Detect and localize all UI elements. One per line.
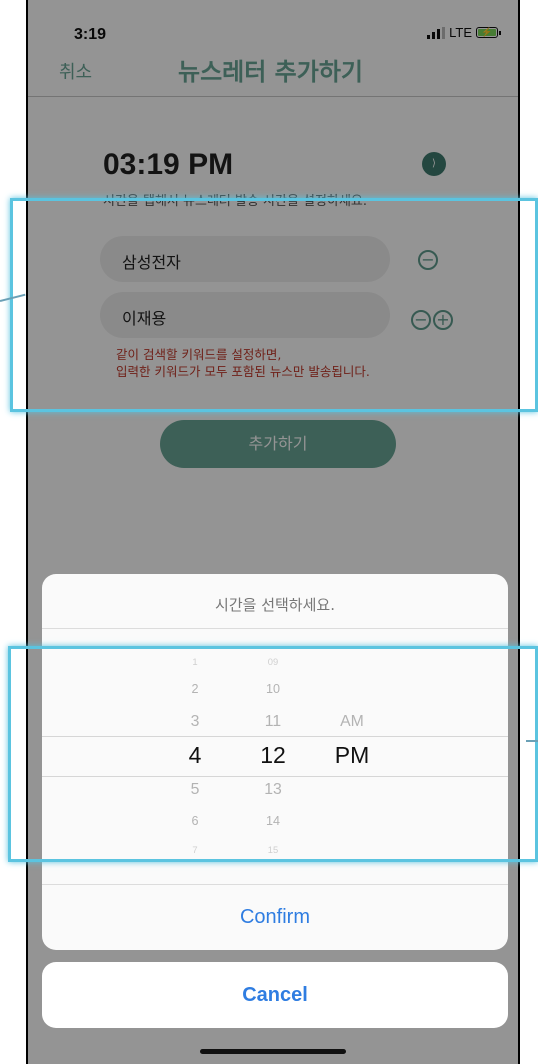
cancel-button[interactable]: Cancel [42, 962, 508, 1028]
screenshot-frame: 3:19 LTE ⚡ 취소 뉴스레터 추가하기 03:19 PM ⟩ 시간을 탭… [0, 0, 538, 1064]
annotation-highlight-picker [8, 646, 538, 862]
phone-screen: 3:19 LTE ⚡ 취소 뉴스레터 추가하기 03:19 PM ⟩ 시간을 탭… [26, 0, 520, 1064]
sheet-title: 시간을 선택하세요. [215, 596, 335, 614]
home-indicator [200, 1049, 346, 1054]
annotation-arrow-right [526, 740, 538, 742]
annotation-highlight-keywords [10, 198, 538, 412]
confirm-button[interactable]: Confirm [42, 885, 508, 950]
divider [42, 628, 508, 629]
